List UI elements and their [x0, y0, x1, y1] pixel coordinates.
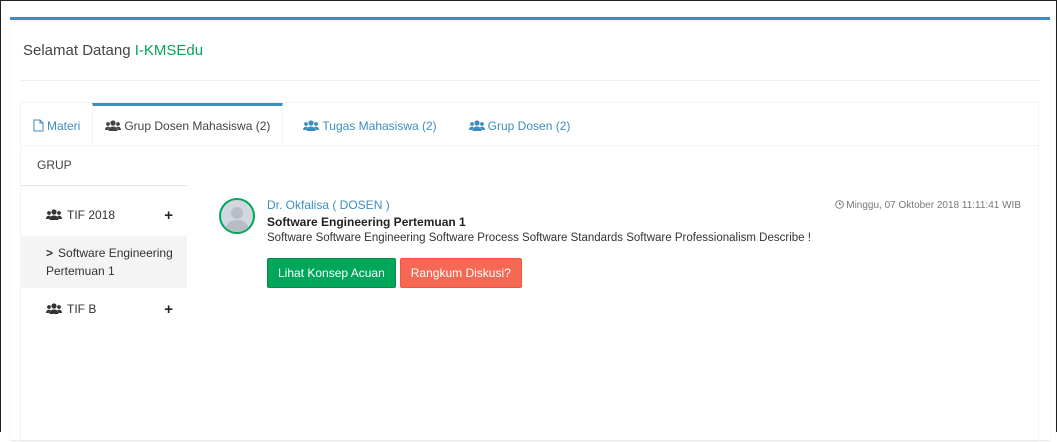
add-icon[interactable]: + — [164, 207, 173, 224]
group-label: TIF 2018 — [67, 208, 116, 222]
welcome-prefix: Selamat Datang — [23, 41, 135, 59]
tab-tugas-mahasiswa[interactable]: Tugas Mahasiswa (2) — [291, 103, 448, 145]
post-description: Software Software Engineering Software P… — [267, 232, 811, 244]
sub-item-software-engineering[interactable]: > Software Engineering Pertemuan 1 — [21, 236, 187, 288]
file-icon — [33, 119, 44, 132]
tab-grup-dosen[interactable]: Grup Dosen (2) — [457, 103, 583, 145]
tab-label: Grup Dosen (2) — [487, 118, 571, 133]
welcome-title: Selamat Datang I-KMSEdu — [20, 42, 203, 59]
tab-materi[interactable]: Materi — [21, 103, 92, 145]
tab-label: Tugas Mahasiswa (2) — [322, 118, 437, 133]
users-icon — [468, 119, 485, 132]
tab-label: Materi — [47, 118, 81, 133]
tab-label: Grup Dosen Mahasiswa (2) — [124, 118, 271, 133]
sub-item-label: Software Engineering Pertemuan 1 — [46, 246, 173, 278]
group-label: TIF B — [67, 302, 97, 316]
main-panel: Selamat Datang I-KMSEdu Materi Grup Dose… — [10, 17, 1050, 442]
users-icon — [46, 303, 62, 315]
panel-header: Selamat Datang I-KMSEdu — [20, 20, 1040, 81]
avatar — [219, 198, 255, 234]
clock-icon — [835, 200, 844, 212]
sidebar-header: GRUP — [21, 145, 187, 186]
users-icon — [46, 209, 62, 221]
post-actions: Lihat Konsep Acuan Rangkum Diskusi? — [267, 258, 1037, 288]
users-icon — [303, 119, 320, 132]
add-icon[interactable]: + — [164, 301, 173, 318]
group-item-tif-2018[interactable]: TIF 2018 + — [21, 194, 187, 236]
tab-bar: Materi Grup Dosen Mahasiswa (2) Tugas Ma… — [21, 103, 1038, 146]
rangkum-diskusi-button[interactable]: Rangkum Diskusi? — [399, 258, 522, 288]
lihat-konsep-acuan-button[interactable]: Lihat Konsep Acuan — [267, 258, 396, 288]
users-icon — [105, 119, 122, 132]
brand-name: I-KMSEdu — [134, 41, 204, 59]
group-item-tif-b[interactable]: TIF B + — [21, 288, 187, 330]
post-title: Software Engineering Pertemuan 1 — [267, 215, 466, 229]
post-timestamp: Minggu, 07 Oktober 2018 11:11:41 WIB — [835, 200, 1021, 212]
group-sidebar: GRUP TIF 2018 + > Software Engineering Pe… — [21, 145, 187, 330]
tab-container: Materi Grup Dosen Mahasiswa (2) Tugas Ma… — [20, 102, 1039, 442]
chevron-right-icon: > — [46, 246, 54, 260]
tab-grup-dosen-mahasiswa[interactable]: Grup Dosen Mahasiswa (2) — [92, 103, 284, 145]
timestamp-text: Minggu, 07 Oktober 2018 11:11:41 WIB — [846, 200, 1021, 211]
